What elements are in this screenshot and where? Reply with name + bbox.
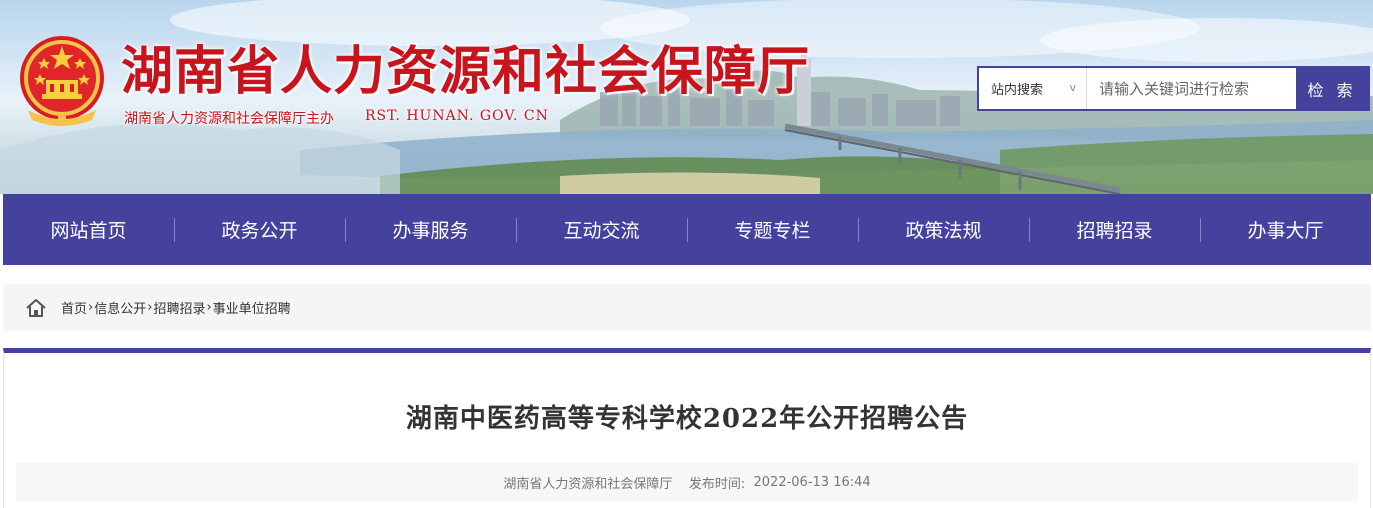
meta-spacer — [672, 475, 689, 490]
meta-spacer — [745, 475, 753, 490]
breadcrumb-separator: › — [147, 300, 153, 315]
home-icon[interactable] — [25, 298, 47, 318]
site-subtitle: 湖南省人力资源和社会保障厅主办 — [124, 111, 334, 127]
article-meta: 湖南省人力资源和社会保障厅 发布时间: 2022-06-13 16:44 — [16, 463, 1358, 501]
breadcrumb-separator: › — [206, 300, 212, 315]
header-banner: 湖南省人力资源和社会保障厅 湖南省人力资源和社会保障厅主办 RST. HUNAN… — [0, 0, 1373, 194]
nav-item-interaction[interactable]: 互动交流 — [516, 194, 687, 265]
site-title[interactable]: 湖南省人力资源和社会保障厅 — [121, 40, 810, 104]
nav-item-services[interactable]: 办事服务 — [345, 194, 516, 265]
breadcrumb-public-institution[interactable]: 事业单位招聘 — [213, 298, 291, 317]
publish-time: 2022-06-13 16:44 — [753, 474, 871, 490]
article-panel: 湖南中医药高等专科学校2022年公开招聘公告 湖南省人力资源和社会保障厅 发布时… — [3, 348, 1371, 508]
main-nav: 网站首页 政务公开 办事服务 互动交流 专题专栏 政策法规 招聘招录 办事大厅 — [3, 194, 1371, 265]
search-scope-select[interactable]: 站内搜索 v — [979, 68, 1087, 109]
breadcrumb-separator: › — [88, 300, 94, 315]
chevron-down-icon: v — [1069, 81, 1076, 94]
nav-item-special-topics[interactable]: 专题专栏 — [687, 194, 858, 265]
breadcrumb-home[interactable]: 首页 — [61, 298, 87, 317]
publish-time-label: 发布时间: — [688, 476, 746, 492]
nav-item-policies[interactable]: 政策法规 — [858, 194, 1029, 265]
breadcrumb: 首页 › 信息公开 › 招聘招录 › 事业单位招聘 — [3, 284, 1371, 331]
nav-item-service-hall[interactable]: 办事大厅 — [1200, 194, 1371, 265]
breadcrumb-recruitment[interactable]: 招聘招录 — [153, 298, 205, 317]
site-domain: RST. HUNAN. GOV. CN — [365, 108, 549, 124]
search-input[interactable] — [1087, 68, 1296, 109]
nav-item-recruitment[interactable]: 招聘招录 — [1029, 194, 1200, 265]
article-title: 湖南中医药高等专科学校2022年公开招聘公告 — [405, 404, 969, 434]
breadcrumb-info-public[interactable]: 信息公开 — [94, 298, 146, 317]
search-button[interactable]: 检 索 — [1296, 68, 1368, 109]
search-box: 站内搜索 v 检 索 — [977, 66, 1370, 111]
nav-item-gov-affairs[interactable]: 政务公开 — [174, 194, 345, 265]
search-scope-label: 站内搜索 — [991, 83, 1044, 98]
article-source: 湖南省人力资源和社会保障厅 — [503, 476, 673, 492]
national-emblem-icon — [20, 36, 104, 126]
nav-item-home[interactable]: 网站首页 — [3, 194, 174, 265]
